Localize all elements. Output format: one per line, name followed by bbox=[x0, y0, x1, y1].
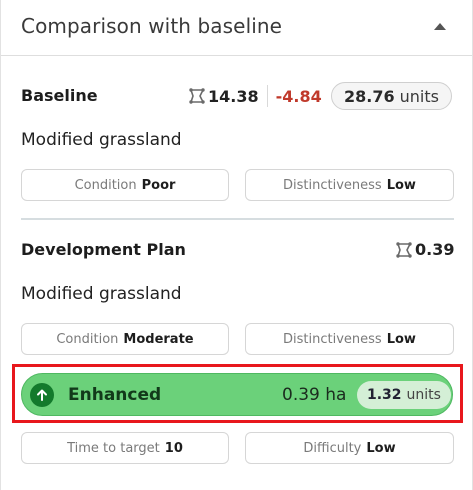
distinctiveness-value: Low bbox=[386, 331, 416, 347]
baseline-units-badge: 28.76 units bbox=[331, 82, 452, 110]
time-to-target-value: 10 bbox=[164, 440, 183, 456]
panel-header[interactable]: Comparison with baseline bbox=[1, 0, 472, 56]
plan-distinctiveness-chip: Distinctiveness Low bbox=[245, 323, 454, 355]
distinctiveness-label: Distinctiveness bbox=[283, 177, 382, 193]
baseline-area-value: 14.38 bbox=[208, 86, 259, 106]
baseline-title: Baseline bbox=[21, 86, 98, 105]
baseline-units-label: units bbox=[399, 86, 439, 106]
distinctiveness-value: Low bbox=[386, 177, 416, 193]
distinctiveness-label: Distinctiveness bbox=[283, 331, 382, 347]
polygon-area-icon bbox=[395, 241, 413, 259]
baseline-area-change: -4.84 bbox=[275, 86, 322, 106]
plan-condition-chip: Condition Moderate bbox=[21, 323, 229, 355]
baseline-distinctiveness-chip: Distinctiveness Low bbox=[245, 169, 454, 201]
arrow-up-icon bbox=[30, 383, 54, 407]
enhanced-label: Enhanced bbox=[68, 385, 162, 405]
plan-title: Development Plan bbox=[21, 240, 186, 259]
condition-label: Condition bbox=[56, 331, 119, 347]
condition-label: Condition bbox=[74, 177, 137, 193]
enhanced-units-value: 1.32 bbox=[367, 387, 402, 403]
plan-area-group: 0.39 bbox=[395, 240, 454, 259]
time-to-target-chip: Time to target 10 bbox=[21, 432, 229, 464]
enhanced-intervention-bar[interactable]: Enhanced 0.39 ha 1.32 units bbox=[21, 373, 453, 416]
baseline-area-group: 14.38 -4.84 bbox=[188, 85, 322, 107]
plan-habitat: Modified grassland bbox=[21, 284, 182, 304]
plan-area-value: 0.39 bbox=[415, 240, 455, 259]
enhanced-units-badge: 1.32 units bbox=[357, 381, 451, 409]
baseline-units-value: 28.76 bbox=[344, 86, 395, 106]
time-to-target-label: Time to target bbox=[67, 440, 160, 456]
comparison-panel: Comparison with baseline Baseline 14.38 … bbox=[0, 0, 473, 490]
collapse-button[interactable] bbox=[431, 20, 449, 34]
polygon-area-icon bbox=[188, 87, 206, 105]
baseline-condition-chip: Condition Poor bbox=[21, 169, 229, 201]
difficulty-value: Low bbox=[366, 440, 396, 456]
chevron-up-icon bbox=[434, 23, 446, 30]
divider bbox=[266, 85, 268, 107]
condition-value: Poor bbox=[141, 177, 176, 193]
baseline-habitat: Modified grassland bbox=[21, 130, 182, 150]
condition-value: Moderate bbox=[123, 331, 194, 347]
panel-title: Comparison with baseline bbox=[21, 14, 283, 38]
difficulty-chip: Difficulty Low bbox=[245, 432, 454, 464]
section-divider bbox=[21, 218, 454, 220]
enhanced-units-label: units bbox=[406, 387, 441, 403]
difficulty-label: Difficulty bbox=[303, 440, 362, 456]
enhanced-area: 0.39 ha bbox=[282, 385, 347, 405]
